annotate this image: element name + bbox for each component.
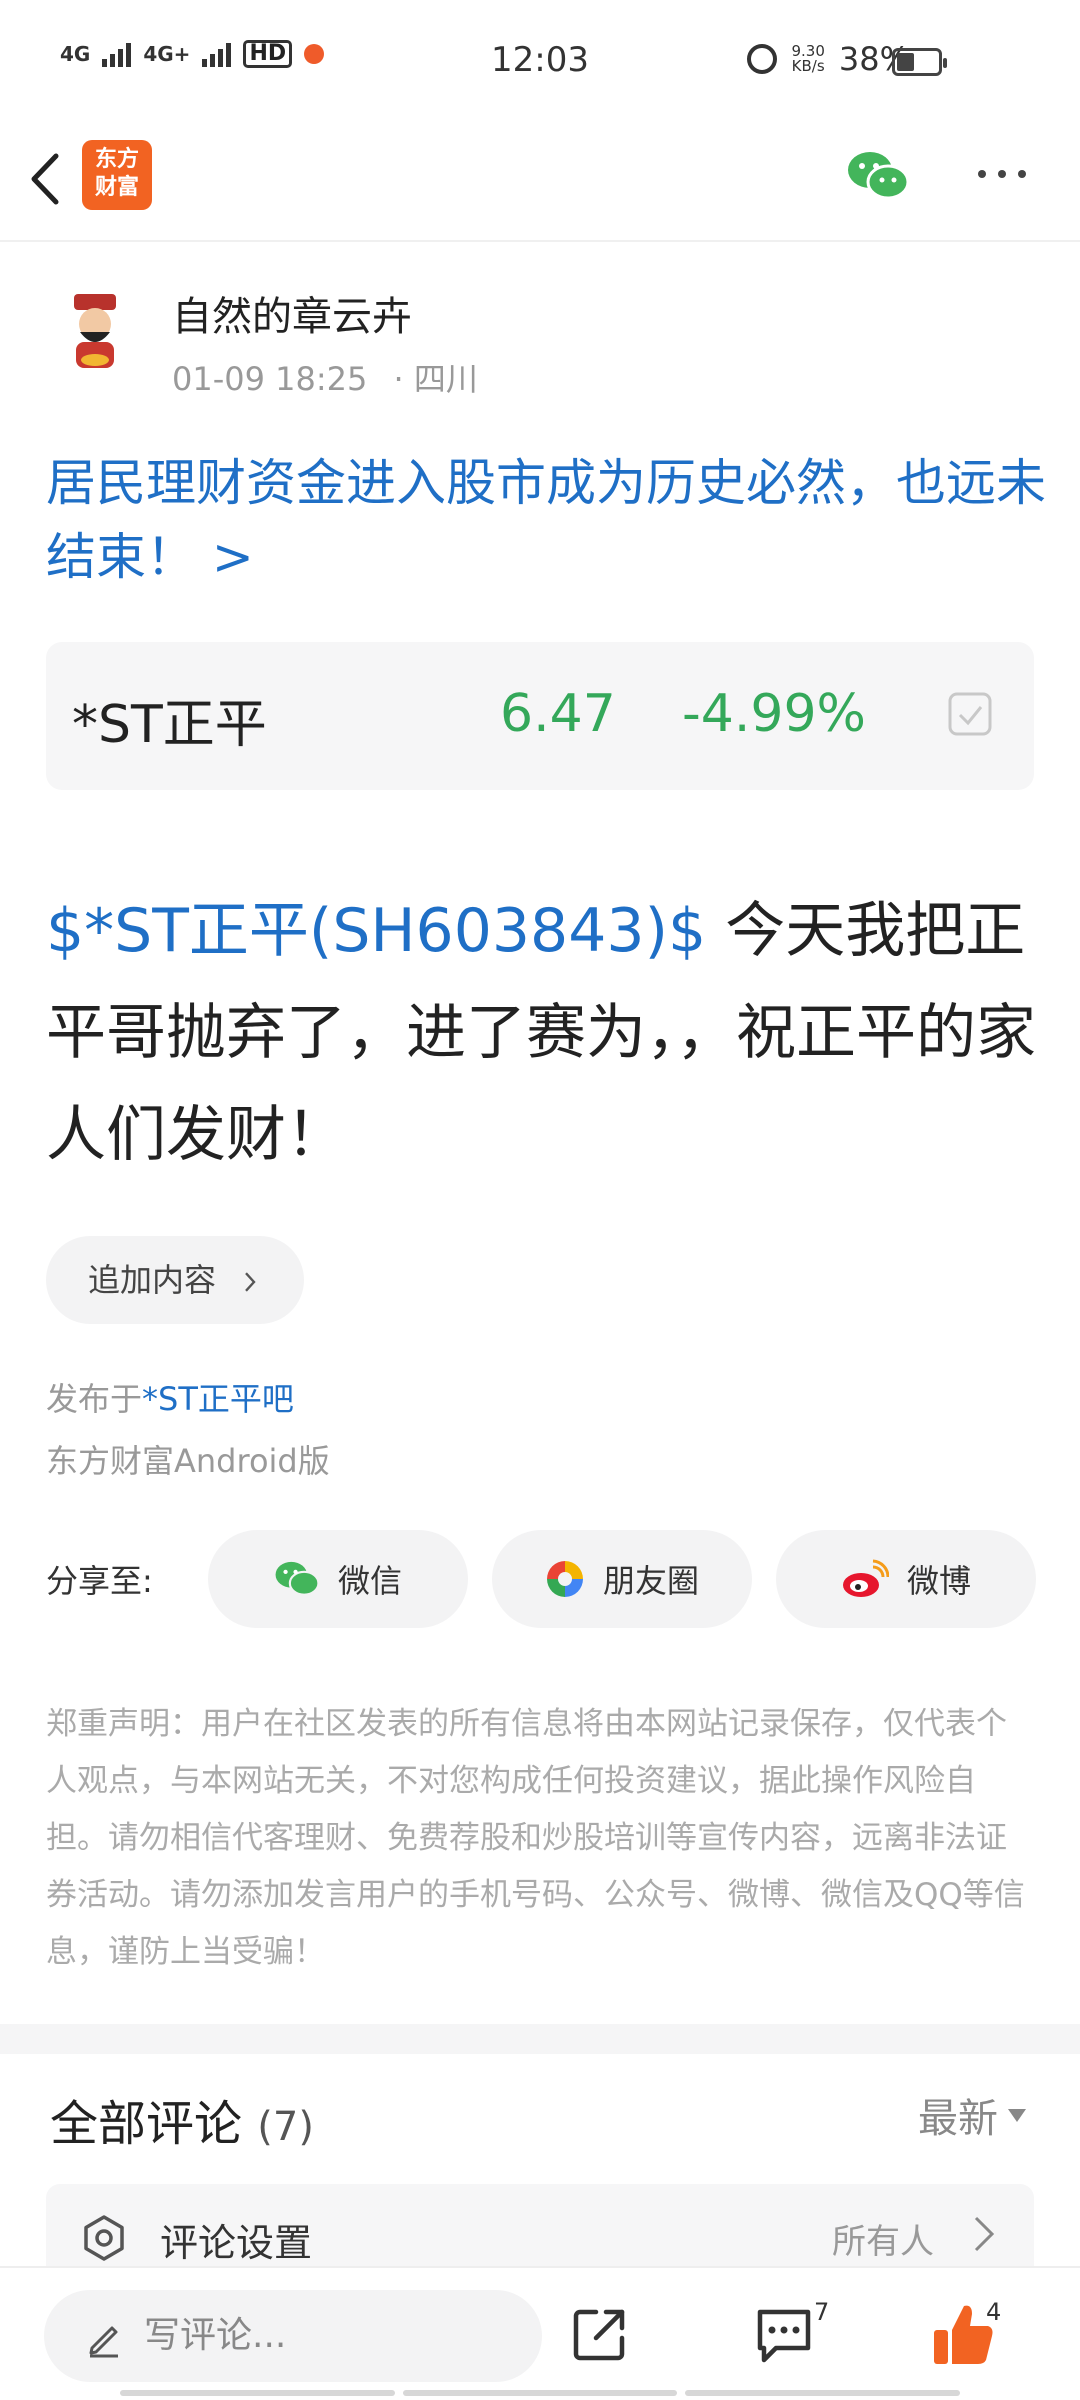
append-label: 追加内容 (88, 1261, 217, 1299)
caret-down-icon (1008, 2108, 1026, 2122)
battery-fill (897, 53, 914, 71)
stock-name: *ST正平 (72, 695, 267, 755)
alarm-icon (747, 44, 778, 74)
comments-title: 全部评论 (50, 2096, 243, 2152)
related-article-link[interactable]: 居民理财资金进入股市成为历史必然，也远未结束！ > (46, 446, 1046, 594)
stock-card[interactable]: *ST正平 6.47 -4.99% (46, 642, 1034, 790)
comments-header: 全部评论 (7) (50, 2084, 314, 2154)
comment-icon[interactable] (752, 2304, 816, 2366)
stock-change: -4.99% (682, 684, 866, 744)
sort-dropdown[interactable]: 最新 (918, 2086, 1026, 2144)
sort-label: 最新 (918, 2096, 998, 2142)
published-in: 发布于*ST正平吧 (46, 1374, 294, 1420)
client-info: 东方财富Android版 (46, 1442, 330, 1480)
avatar[interactable] (52, 280, 138, 380)
wechat-icon (275, 1561, 320, 1596)
forum-link[interactable]: *ST正平吧 (142, 1380, 294, 1418)
comment-settings-label: 评论设置 (160, 2221, 313, 2265)
battery-icon (892, 48, 947, 76)
share-label: 分享至: (46, 1562, 153, 1600)
append-content-button[interactable]: 追加内容 (46, 1236, 304, 1324)
post-body: $*ST正平(SH603843)$ 今天我把正平哥抛弃了，进了赛为，，祝正平的家… (46, 880, 1046, 1186)
post-location: · 四川 (393, 360, 478, 398)
author-name[interactable]: 自然的章云卉 (172, 284, 412, 342)
logo-line1: 东方 (94, 147, 139, 172)
stock-price: 6.47 (500, 684, 616, 744)
stock-tag-link[interactable]: $*ST正平(SH603843)$ (46, 896, 706, 966)
moments-icon (546, 1561, 583, 1597)
wechat-share-icon[interactable] (846, 148, 910, 204)
back-arrow-icon[interactable] (22, 144, 72, 214)
status-right: 9.30 KB/s 38% (747, 40, 910, 78)
post-date: 01-09 18:25 (172, 360, 368, 398)
section-divider (0, 2024, 1080, 2054)
disclaimer: 郑重声明：用户在社区发表的所有信息将由本网站记录保存，仅代表个人观点，与本网站无… (46, 1706, 1025, 1970)
comment-placeholder: 写评论... (144, 2315, 287, 2356)
network-speed: 9.30 KB/s (791, 44, 824, 74)
more-icon[interactable] (972, 154, 1032, 194)
app-logo[interactable]: 东方 财富 (82, 140, 152, 210)
comment-settings-value: 所有人 (832, 2222, 934, 2262)
comment-input[interactable]: 写评论... (44, 2290, 542, 2382)
share-weibo-button[interactable]: 微博 (776, 1530, 1036, 1628)
post-meta: 01-09 18:25 · 四川 (172, 354, 478, 400)
share-moments-label: 朋友圈 (602, 1562, 699, 1600)
comments-count: (7) (257, 2104, 314, 2150)
watchlist-checkbox-icon[interactable] (948, 692, 994, 738)
status-bar: 4G 4G+ HD 12:03 9.30 KB/s 38% (0, 0, 1080, 120)
published-prefix: 发布于 (46, 1380, 143, 1418)
chevron-right-icon (974, 2216, 995, 2252)
share-icon[interactable] (568, 2302, 632, 2366)
gear-icon (84, 2215, 124, 2261)
share-moments-button[interactable]: 朋友圈 (492, 1530, 752, 1628)
home-indicator (120, 2390, 961, 2398)
app-header: 东方 财富 (0, 120, 1080, 242)
like-count-badge: 4 (986, 2298, 1002, 2326)
share-wechat-button[interactable]: 微信 (208, 1530, 468, 1628)
bottom-action-bar: 写评论... 7 4 (0, 2266, 1080, 2400)
speed-unit: KB/s (791, 57, 825, 75)
share-weibo-label: 微博 (906, 1562, 971, 1600)
pen-icon (89, 2326, 118, 2358)
logo-line2: 财富 (94, 175, 139, 200)
share-wechat-label: 微信 (337, 1562, 402, 1600)
comment-count-badge: 7 (814, 2298, 830, 2326)
weibo-icon (842, 1559, 889, 1597)
chevron-right-icon (245, 1272, 256, 1292)
